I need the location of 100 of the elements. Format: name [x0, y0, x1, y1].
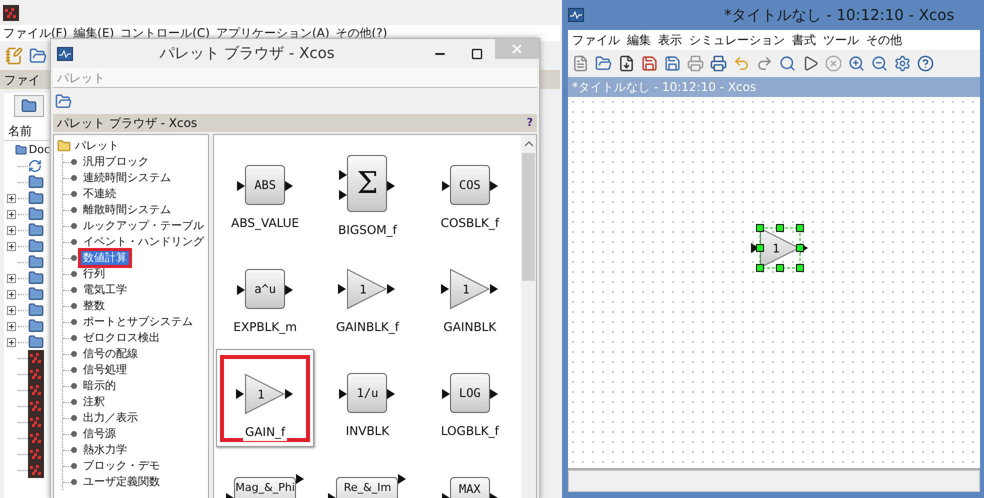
tree-item[interactable]: 離散時間システム: [81, 203, 173, 217]
palette-block[interactable]: Σ BIGSOM_f: [318, 141, 416, 239]
refresh-icon: [28, 159, 42, 173]
palette-block[interactable]: ABS ABS_VALUE: [216, 141, 314, 239]
tree-item[interactable]: 汎用ブロック: [81, 155, 151, 169]
editor-icon[interactable]: [5, 46, 23, 64]
play-icon[interactable]: [802, 55, 819, 72]
zoom-fit-icon[interactable]: [779, 55, 796, 72]
expand-icon[interactable]: [6, 290, 16, 298]
expand-icon[interactable]: [6, 274, 16, 282]
menu-item[interactable]: 編集(E): [73, 24, 114, 42]
tree-item[interactable]: 暗示的: [81, 379, 118, 393]
tree-item[interactable]: 信号処理: [81, 363, 129, 377]
tree-item[interactable]: 整数: [81, 299, 107, 313]
menu-item[interactable]: 書式: [792, 31, 816, 49]
menu-item[interactable]: ファイル: [572, 31, 620, 49]
panel-title: パレット ブラウザ - Xcos: [57, 115, 198, 132]
menu-item[interactable]: アプリケーション(A): [216, 24, 330, 42]
menu-item[interactable]: その他: [866, 31, 902, 49]
expand-icon[interactable]: [6, 226, 16, 234]
expand-icon[interactable]: [6, 306, 16, 314]
folder-icon: [28, 222, 44, 238]
tree-item[interactable]: 信号源: [81, 427, 118, 441]
panel-title: ファイ: [3, 72, 41, 88]
bullet-icon: [71, 367, 77, 373]
tree-item[interactable]: 数値計算: [81, 251, 129, 265]
scilab-file-icon: [28, 350, 44, 366]
scrollbar[interactable]: [521, 135, 536, 498]
menu-item[interactable]: シミュレーション: [689, 31, 785, 49]
tree-item[interactable]: 熱水力学: [81, 443, 129, 457]
tree-item[interactable]: ゼロクロス検出: [81, 331, 162, 345]
expand-icon[interactable]: [6, 210, 16, 218]
menu-item[interactable]: 編集: [627, 31, 651, 49]
palette-block[interactable]: 1 GAINBLK: [420, 245, 519, 343]
bullet-icon: [71, 255, 77, 261]
tree-item[interactable]: ルックアップ・テーブル: [81, 219, 206, 233]
folder-icon: [28, 254, 44, 270]
redo-icon[interactable]: [756, 55, 773, 72]
palette-block[interactable]: 1/u INVBLK: [318, 349, 416, 447]
tree-item[interactable]: 行列: [81, 267, 107, 281]
expand-icon[interactable]: [6, 322, 16, 330]
palette-block[interactable]: MAX: [420, 453, 519, 498]
tree-item[interactable]: 注釈: [81, 395, 107, 409]
folder-icon: [28, 206, 44, 222]
menu-item[interactable]: ファイル(F): [3, 24, 68, 42]
file-icon[interactable]: [618, 55, 635, 72]
folder-icon[interactable]: [29, 46, 47, 64]
help-link[interactable]: ?: [526, 114, 533, 132]
scilab-file-icon: [28, 430, 44, 446]
palette-block[interactable]: Mag_&_Phi: [216, 453, 314, 498]
tree-root[interactable]: パレット: [75, 138, 119, 154]
file-name[interactable]: Doc: [28, 142, 50, 158]
bullet-icon: [71, 287, 77, 293]
save-as-icon[interactable]: [664, 55, 681, 72]
menu-item[interactable]: 表示: [658, 31, 682, 49]
tree-item[interactable]: 連続時間システム: [81, 171, 173, 185]
tree-item[interactable]: ブロック・デモ: [81, 459, 162, 473]
maximize-icon[interactable]: [471, 48, 483, 60]
expand-icon[interactable]: [6, 194, 16, 202]
tree-item[interactable]: 不連続: [81, 187, 118, 201]
palette-block[interactable]: 1 GAIN_f: [216, 349, 314, 447]
window-icon: [57, 46, 73, 60]
app-icon: [3, 4, 19, 20]
help-icon[interactable]: [917, 55, 934, 72]
tree-item[interactable]: ポートとサブシステム: [81, 315, 195, 329]
save-icon[interactable]: [641, 55, 658, 72]
scroll-thumb[interactable]: [522, 153, 535, 281]
folder-icon: [21, 98, 37, 114]
printer-icon[interactable]: [687, 55, 704, 72]
menu-item[interactable]: コントロール(C): [120, 24, 210, 42]
expand-icon[interactable]: [6, 242, 16, 250]
folder-icon[interactable]: [595, 55, 612, 72]
folder-icon: [28, 286, 44, 302]
export-icon[interactable]: [710, 55, 727, 72]
folder-icon[interactable]: [55, 92, 72, 110]
palette-block[interactable]: a^u EXPBLK_m: [216, 245, 314, 343]
scilab-file-icon: [28, 366, 44, 382]
tree-item[interactable]: ユーザ定義関数: [81, 475, 162, 489]
palette-block[interactable]: LOG LOGBLK_f: [420, 349, 519, 447]
close-icon: [510, 42, 524, 56]
tree-item[interactable]: イベント・ハンドリング: [81, 235, 206, 249]
folder-button[interactable]: [14, 95, 44, 117]
new-file-icon[interactable]: [572, 55, 589, 72]
scroll-up-icon[interactable]: [524, 141, 532, 147]
tree-item[interactable]: 出力／表示: [81, 411, 140, 425]
zoom-in-icon[interactable]: [848, 55, 865, 72]
palette-block[interactable]: COS COSBLK_f: [420, 141, 519, 239]
bullet-icon: [71, 399, 77, 405]
folder-icon: [28, 238, 44, 254]
scilab-file-icon: [28, 382, 44, 398]
folder-icon: [28, 334, 44, 350]
settings-icon[interactable]: [894, 55, 911, 72]
tree-item[interactable]: 信号の配線: [81, 347, 140, 361]
tree-item[interactable]: 電気工学: [81, 283, 129, 297]
menu-item[interactable]: ツール: [823, 31, 859, 49]
palette-block[interactable]: Re_&_Im: [318, 453, 416, 498]
zoom-out-icon[interactable]: [871, 55, 888, 72]
palette-block[interactable]: 1 GAINBLK_f: [318, 245, 416, 343]
expand-icon[interactable]: [6, 338, 16, 346]
bullet-icon: [71, 223, 77, 229]
